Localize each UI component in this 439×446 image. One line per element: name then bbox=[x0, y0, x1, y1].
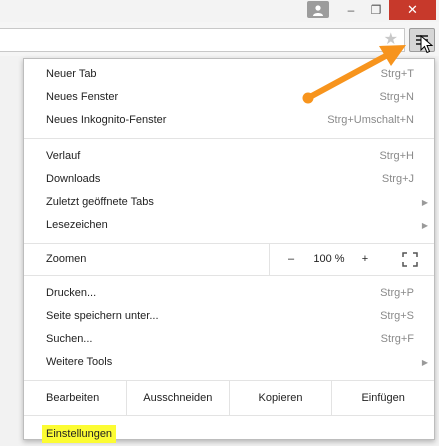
copy-button[interactable]: Kopieren bbox=[228, 381, 332, 415]
browser-toolbar: ★ bbox=[0, 22, 439, 56]
menu-item-new-window[interactable]: Neues Fenster Strg+N bbox=[24, 86, 434, 109]
menu-item-shortcut: Strg+P bbox=[380, 287, 414, 299]
zoom-level: 100 % bbox=[313, 253, 345, 265]
menu-item-label: Neuer Tab bbox=[46, 68, 97, 80]
edit-row: Bearbeiten Ausschneiden Kopieren Einfüge… bbox=[24, 380, 434, 416]
cut-button[interactable]: Ausschneiden bbox=[126, 381, 229, 415]
window-titlebar: – ❐ ✕ bbox=[0, 0, 439, 23]
settings-label-highlighted: Einstellungen bbox=[42, 425, 117, 443]
menu-item-find[interactable]: Suchen... Strg+F bbox=[24, 328, 434, 351]
menu-separator bbox=[24, 275, 434, 276]
menu-item-shortcut: Strg+F bbox=[380, 333, 414, 345]
menu-item-settings[interactable]: Einstellungen bbox=[24, 423, 434, 446]
menu-item-shortcut: Strg+N bbox=[379, 91, 414, 103]
menu-item-shortcut: Strg+J bbox=[381, 173, 414, 185]
mouse-cursor-icon bbox=[420, 35, 434, 54]
menu-item-label: Neues Fenster bbox=[46, 91, 119, 103]
submenu-arrow-icon: ▶ bbox=[421, 198, 428, 207]
close-window-button[interactable]: ✕ bbox=[389, 0, 436, 20]
menu-item-shortcut: Strg+S bbox=[380, 310, 414, 322]
menu-item-shortcut: Strg+T bbox=[380, 68, 414, 80]
menu-separator bbox=[24, 138, 434, 139]
menu-item-shortcut: Strg+Umschalt+N bbox=[327, 114, 414, 126]
menu-item-downloads[interactable]: Downloads Strg+J bbox=[24, 168, 434, 191]
fullscreen-icon[interactable] bbox=[402, 252, 418, 267]
submenu-arrow-icon: ▶ bbox=[421, 221, 428, 230]
menu-item-label: Downloads bbox=[46, 173, 101, 185]
menu-item-more-tools[interactable]: Weitere Tools ▶ bbox=[24, 351, 434, 374]
menu-item-label: Neues Inkognito-Fenster bbox=[46, 114, 167, 126]
zoom-in-button[interactable]: + bbox=[358, 244, 372, 275]
zoom-label: Zoomen bbox=[46, 253, 87, 265]
menu-item-label: Lesezeichen bbox=[46, 219, 108, 231]
chrome-main-menu: Neuer Tab Strg+T Neues Fenster Strg+N Ne… bbox=[23, 58, 435, 443]
restore-button[interactable]: ❐ bbox=[365, 0, 387, 20]
menu-item-new-tab[interactable]: Neuer Tab Strg+T bbox=[24, 63, 434, 86]
menu-item-label: Drucken... bbox=[46, 287, 97, 299]
menu-item-print[interactable]: Drucken... Strg+P bbox=[24, 282, 434, 305]
menu-item-label: Seite speichern unter... bbox=[46, 310, 159, 322]
menu-item-shortcut: Strg+H bbox=[379, 150, 414, 162]
edit-label: Bearbeiten bbox=[46, 392, 100, 404]
menu-item-new-incognito-window[interactable]: Neues Inkognito-Fenster Strg+Umschalt+N bbox=[24, 109, 434, 132]
bookmark-star-icon[interactable]: ★ bbox=[384, 30, 398, 50]
submenu-arrow-icon: ▶ bbox=[421, 358, 428, 367]
menu-item-label: Suchen... bbox=[46, 333, 93, 345]
paste-button[interactable]: Einfügen bbox=[331, 381, 434, 415]
menu-item-recent-tabs[interactable]: Zuletzt geöffnete Tabs ▶ bbox=[24, 191, 434, 214]
profile-avatar-icon[interactable] bbox=[307, 1, 329, 18]
zoom-controls: – 100 % + bbox=[269, 244, 435, 275]
address-bar[interactable]: ★ bbox=[0, 28, 405, 52]
zoom-out-button[interactable]: – bbox=[284, 244, 298, 275]
zoom-row: Zoomen – 100 % + bbox=[24, 244, 434, 275]
menu-item-label: Zuletzt geöffnete Tabs bbox=[46, 196, 154, 208]
menu-item-bookmarks[interactable]: Lesezeichen ▶ bbox=[24, 214, 434, 237]
menu-item-label: Verlauf bbox=[46, 150, 81, 162]
minimize-button[interactable]: – bbox=[340, 0, 362, 20]
menu-item-save-page-as[interactable]: Seite speichern unter... Strg+S bbox=[24, 305, 434, 328]
menu-item-label: Weitere Tools bbox=[46, 356, 113, 368]
menu-item-history[interactable]: Verlauf Strg+H bbox=[24, 145, 434, 168]
